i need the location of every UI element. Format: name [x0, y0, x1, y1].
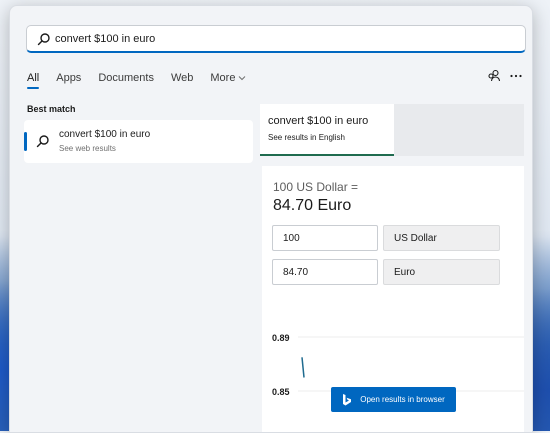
chart-series-layer: [301, 357, 305, 378]
bing-icon: [343, 393, 352, 405]
accounts-button[interactable]: [486, 68, 502, 84]
open-in-browser-label: Open results in browser: [360, 395, 445, 404]
tab-documents[interactable]: Documents: [98, 72, 154, 84]
search-icon: [37, 32, 50, 45]
amount-to-input[interactable]: 84.70: [272, 259, 378, 285]
y-tick-label: 0.89: [272, 333, 290, 343]
currency-to-select[interactable]: Euro: [383, 259, 500, 285]
search-panel: convert $100 in euro All Apps Documents …: [9, 5, 533, 433]
preview-header: convert $100 in euro See results in Engl…: [260, 104, 524, 156]
exchange-rate-chart: 0.89 0.85: [272, 333, 524, 397]
best-match-result[interactable]: convert $100 in euro See web results: [24, 120, 253, 163]
toolbar: [480, 68, 524, 84]
more-options-icon: [510, 74, 522, 78]
filter-tabs: All Apps Documents Web More: [27, 70, 263, 86]
best-match-heading: Best match: [27, 104, 76, 114]
preview-tab[interactable]: convert $100 in euro See results in Engl…: [260, 104, 394, 156]
active-tab-indicator: [27, 87, 39, 89]
amount-from-input[interactable]: 100: [272, 225, 378, 251]
tab-more-label: More: [210, 72, 236, 84]
search-input[interactable]: convert $100 in euro: [26, 25, 526, 53]
conversion-result: 84.70 Euro: [273, 197, 352, 214]
tab-web[interactable]: Web: [171, 72, 193, 84]
best-match-subtitle: See web results: [59, 144, 116, 153]
more-options-button[interactable]: [508, 68, 524, 84]
preview-tab-title: convert $100 in euro: [268, 115, 369, 127]
search-icon: [36, 135, 49, 148]
open-in-browser-button[interactable]: Open results in browser: [331, 387, 456, 412]
best-match-title: convert $100 in euro: [59, 129, 151, 140]
conversion-rate-line: 100 US Dollar =: [273, 180, 359, 194]
currency-from-select[interactable]: US Dollar: [383, 225, 500, 251]
chevron-down-icon: [239, 76, 246, 81]
series-line: [301, 357, 305, 378]
tab-apps[interactable]: Apps: [56, 72, 81, 84]
selection-indicator: [24, 132, 27, 151]
tab-all[interactable]: All: [27, 72, 39, 84]
y-tick-label: 0.85: [272, 387, 290, 397]
tab-more[interactable]: More: [210, 72, 246, 84]
accounts-icon: [488, 69, 501, 82]
preview-tab-subtitle: See results in English: [268, 133, 345, 142]
search-query[interactable]: convert $100 in euro: [55, 33, 155, 45]
